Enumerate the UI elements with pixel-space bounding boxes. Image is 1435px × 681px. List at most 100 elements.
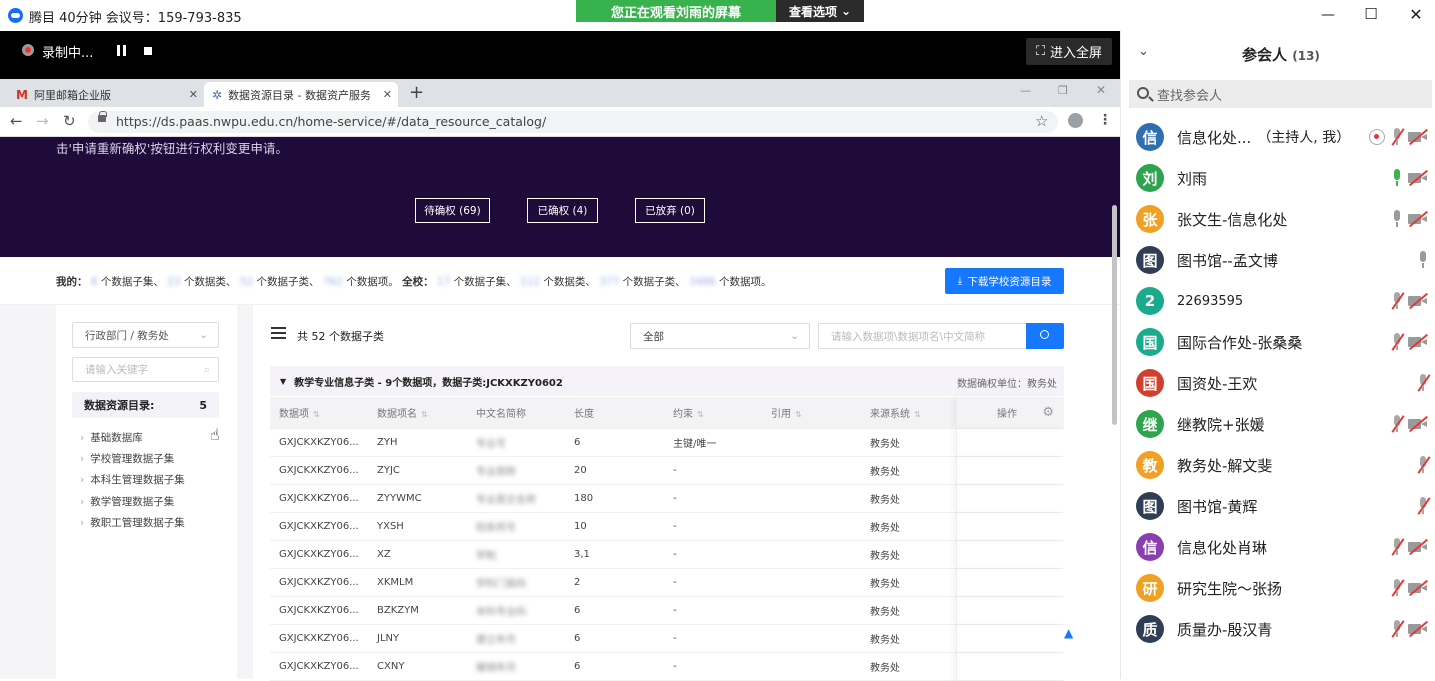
keyword-input[interactable]: 请输入关键字 ⌕: [72, 357, 219, 382]
mic-muted-icon[interactable]: [1391, 415, 1405, 433]
camera-off-icon[interactable]: [1408, 538, 1428, 556]
abandoned-rights-button[interactable]: 已放弃 (0): [635, 198, 705, 223]
new-tab-icon[interactable]: +: [409, 82, 424, 103]
column-header[interactable]: 数据项 ⇅: [270, 405, 368, 420]
browser-minimize-icon[interactable]: —: [1020, 84, 1031, 97]
participant-row[interactable]: 国国际合作处-张桑桑: [1136, 327, 1432, 357]
table-row[interactable]: GXJCKXKZY06... ZYH 专业号 6 主键/唯一 教务处: [270, 429, 1064, 457]
participant-row[interactable]: 图图书馆-黄辉: [1136, 491, 1432, 521]
microphone-icon[interactable]: [1391, 210, 1402, 228]
pause-icon[interactable]: [117, 45, 126, 56]
participant-row[interactable]: 张张文生-信息化处: [1136, 204, 1432, 234]
page-scrollbar[interactable]: [1112, 205, 1117, 425]
participant-row[interactable]: 质质量办-殷汉青: [1136, 614, 1432, 644]
camera-off-icon[interactable]: [1408, 415, 1428, 433]
column-header[interactable]: 数据项名 ⇅: [368, 405, 467, 420]
camera-off-icon[interactable]: [1408, 579, 1428, 597]
participant-row[interactable]: 国国资处-王欢: [1136, 368, 1432, 398]
table-action-cell[interactable]: [956, 653, 1064, 680]
microphone-icon[interactable]: [1417, 251, 1428, 269]
mic-muted-icon[interactable]: [1391, 128, 1405, 146]
mic-muted-icon[interactable]: [1417, 456, 1431, 474]
collapse-panel-icon[interactable]: ⌄: [1138, 44, 1149, 59]
mic-muted-icon[interactable]: [1417, 497, 1431, 515]
table-action-cell[interactable]: [956, 485, 1064, 512]
table-action-cell[interactable]: [956, 597, 1064, 624]
column-header[interactable]: 约束 ⇅: [664, 405, 762, 420]
department-select[interactable]: 行政部门 / 教务处 ⌄: [72, 322, 219, 348]
table-action-cell[interactable]: [956, 625, 1064, 652]
table-row[interactable]: GXJCKXKZY06... XZ 学制 3,1 - 教务处: [270, 541, 1064, 569]
table-action-cell[interactable]: [956, 541, 1064, 568]
participant-row[interactable]: 研研究生院～张扬: [1136, 573, 1432, 603]
mic-muted-icon[interactable]: [1391, 292, 1405, 310]
tree-item[interactable]: 基础数据库: [80, 430, 143, 445]
participant-row[interactable]: 信信息化处肖琳: [1136, 532, 1432, 562]
participant-search-input[interactable]: 查找参会人: [1129, 80, 1432, 108]
maximize-icon[interactable]: ☐: [1361, 4, 1381, 24]
table-action-cell[interactable]: [956, 513, 1064, 540]
table-row[interactable]: GXJCKXKZY06... JLNY 建立年月 6 - 教务处: [270, 625, 1064, 653]
participant-row[interactable]: 教教务处-解文斐: [1136, 450, 1432, 480]
participant-row[interactable]: 2 22693595: [1136, 286, 1432, 316]
mic-muted-icon[interactable]: [1391, 579, 1405, 597]
table-row[interactable]: GXJCKXKZY06... CXNY 撤销年月 6 - 教务处: [270, 653, 1064, 681]
tree-item[interactable]: 教学管理数据子集: [80, 494, 174, 509]
participant-row[interactable]: 继继教院+张媛: [1136, 409, 1432, 439]
camera-off-icon[interactable]: [1408, 128, 1428, 146]
pending-rights-button[interactable]: 待确权 (69): [415, 198, 490, 223]
profile-avatar-icon[interactable]: [1068, 113, 1083, 128]
browser-restore-icon[interactable]: ❐: [1058, 84, 1068, 97]
camera-off-icon[interactable]: [1408, 292, 1428, 310]
stop-icon[interactable]: [144, 47, 152, 55]
microphone-icon[interactable]: [1391, 169, 1402, 187]
subset-header[interactable]: ▼ 教学专业信息子类 - 9个数据项，数据子类:JCKXKZY0602: [270, 366, 1064, 396]
camera-off-icon[interactable]: [1408, 169, 1428, 187]
table-action-cell[interactable]: [956, 429, 1064, 456]
tab-close-icon[interactable]: ✕: [189, 88, 198, 101]
participant-row[interactable]: 图图书馆--孟文博: [1136, 245, 1432, 275]
catalog-header[interactable]: 数据资源目录: 5: [72, 392, 219, 418]
camera-off-icon[interactable]: [1408, 333, 1428, 351]
tab-close-icon[interactable]: ✕: [383, 88, 392, 101]
bookmark-star-icon[interactable]: ☆: [1035, 112, 1048, 130]
download-catalog-button[interactable]: ⤓ 下载学校资源目录: [945, 268, 1064, 294]
list-toggle-icon[interactable]: [271, 327, 286, 339]
column-header[interactable]: 引用 ⇅: [762, 405, 861, 420]
tree-item[interactable]: 本科生管理数据子集: [80, 472, 185, 487]
camera-off-icon[interactable]: [1408, 210, 1428, 228]
search-button[interactable]: [1026, 323, 1064, 349]
scroll-top-icon[interactable]: ▲: [1064, 626, 1078, 640]
forward-icon[interactable]: →: [36, 112, 49, 130]
back-icon[interactable]: ←: [10, 112, 23, 130]
fullscreen-button[interactable]: ⛶ 进入全屏: [1026, 38, 1112, 65]
table-row[interactable]: GXJCKXKZY06... YXSH 院系所号 10 - 教务处: [270, 513, 1064, 541]
browser-tab-mail[interactable]: M 阿里邮箱企业版 ✕: [8, 82, 204, 107]
participant-row[interactable]: 信信息化处... （主持人, 我）: [1136, 122, 1432, 152]
mic-muted-icon[interactable]: [1417, 374, 1431, 392]
table-action-cell[interactable]: [956, 569, 1064, 596]
tree-item[interactable]: 学校管理数据子集: [80, 451, 174, 466]
column-header[interactable]: 来源系统 ⇅: [861, 405, 956, 420]
reload-icon[interactable]: ↻: [63, 112, 76, 130]
table-row[interactable]: GXJCKXKZY06... BZKZYM 本科专业码 6 - 教务处: [270, 597, 1064, 625]
settings-gear-icon[interactable]: ⚙: [1042, 405, 1054, 420]
minimize-icon[interactable]: —: [1318, 5, 1338, 25]
confirmed-rights-button[interactable]: 已确权 (4): [527, 198, 598, 223]
table-action-cell[interactable]: [956, 457, 1064, 484]
mic-muted-icon[interactable]: [1391, 333, 1405, 351]
scope-select[interactable]: 全部 ⌄: [630, 323, 810, 349]
view-options-button[interactable]: 查看选项 ⌄: [776, 0, 864, 22]
close-icon[interactable]: ✕: [1406, 5, 1426, 25]
browser-close-icon[interactable]: ✕: [1096, 83, 1106, 97]
table-row[interactable]: GXJCKXKZY06... ZYYWMC 专业英文名称 180 - 教务处: [270, 485, 1064, 513]
tree-item[interactable]: 教职工管理数据子集: [80, 515, 185, 530]
mic-muted-icon[interactable]: [1391, 620, 1405, 638]
data-search-input[interactable]: 请输入数据项\数据项名\中文简称: [818, 323, 1026, 349]
browser-menu-icon[interactable]: ⋮: [1098, 112, 1112, 128]
mic-muted-icon[interactable]: [1391, 538, 1405, 556]
browser-tab-catalog[interactable]: ✲ 数据资源目录 - 数据资产服务平台 ✕: [204, 82, 398, 107]
table-row[interactable]: GXJCKXKZY06... XKMLM 学科门类码 2 - 教务处: [270, 569, 1064, 597]
camera-off-icon[interactable]: [1408, 620, 1428, 638]
participant-row[interactable]: 刘刘雨: [1136, 163, 1432, 193]
